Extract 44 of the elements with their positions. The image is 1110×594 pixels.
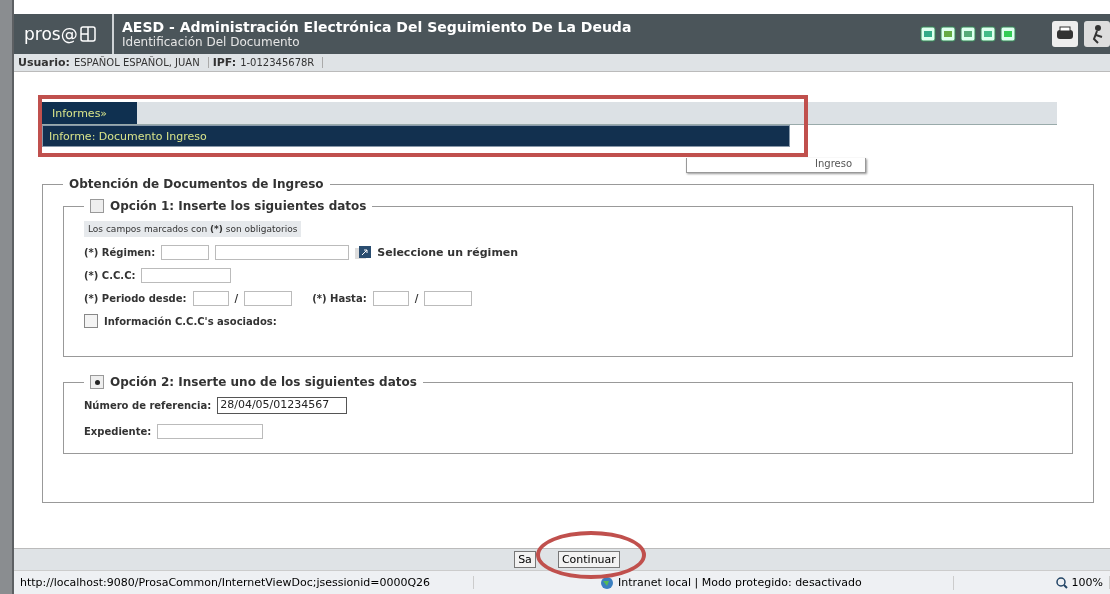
field-label: (*) C.C.C:	[84, 270, 136, 281]
date-separator: /	[234, 293, 239, 304]
field-label: Expediente:	[84, 426, 152, 437]
zoom-icon[interactable]	[1055, 576, 1068, 589]
checkbox-label: Información C.C.C's asociados:	[104, 315, 277, 327]
exit-icon[interactable]	[1084, 21, 1110, 47]
input-field[interactable]	[192, 291, 229, 306]
select-regime-link[interactable]: Seleccione un régimen	[377, 246, 519, 259]
field-label: Usuario:	[18, 56, 70, 69]
popup-icon[interactable]	[355, 245, 372, 260]
option-legend: Opción 2: Inserte uno de los siguientes datos	[110, 375, 417, 389]
page-subtitle: Identificación Del Documento	[122, 35, 301, 49]
form-button[interactable]: Continuar	[557, 551, 620, 568]
required-note: Los campos marcados con (*) son obligatorios	[84, 221, 302, 237]
checkbox[interactable]	[84, 314, 98, 328]
input-field[interactable]	[244, 291, 293, 306]
app-title: AESD - Administración Electrónica Del Seguimiento De La Deuda	[122, 19, 633, 35]
field-label: (*) Hasta:	[312, 293, 367, 304]
input-field[interactable]	[215, 245, 350, 260]
status-url: http://localhost:9080/ProsaCommon/InternetViewDoc;jsessionid=0000Q26	[20, 576, 431, 589]
field-value: ESPAÑOL ESPAÑOL, JUAN	[73, 57, 209, 68]
printer-icon[interactable]	[1052, 21, 1078, 47]
security-zone: Intranet local | Modo protegido: desactivado	[618, 576, 862, 589]
field-label: Número de referencia:	[84, 400, 212, 411]
radio-button[interactable]	[90, 375, 104, 389]
field-label: (*) Régimen:	[84, 247, 156, 258]
input-field[interactable]	[424, 291, 473, 306]
menu-item[interactable]: Informe: Documento Ingreso	[42, 125, 790, 147]
zoom-level[interactable]: 100%	[1071, 576, 1103, 589]
menu-tab[interactable]: Informes»	[42, 102, 137, 124]
field-label: (*) Periodo desde:	[84, 293, 187, 304]
input-field[interactable]	[157, 424, 264, 439]
radio-button[interactable]	[90, 199, 104, 213]
input-field[interactable]: 28/04/05/01234567	[217, 397, 348, 414]
input-field[interactable]	[161, 245, 210, 260]
input-field[interactable]	[141, 268, 232, 283]
input-field[interactable]	[372, 291, 409, 306]
option-legend: Opción 1: Inserte los siguientes datos	[110, 199, 367, 213]
field-value: 1-012345678R	[240, 57, 324, 68]
section-legend: Obtención de Documentos de Ingreso	[63, 177, 330, 191]
tooltip-text: Ingreso	[815, 158, 852, 169]
date-separator: /	[414, 293, 419, 304]
form-button[interactable]: Sa	[514, 551, 536, 568]
field-label: IPF:	[212, 56, 237, 69]
